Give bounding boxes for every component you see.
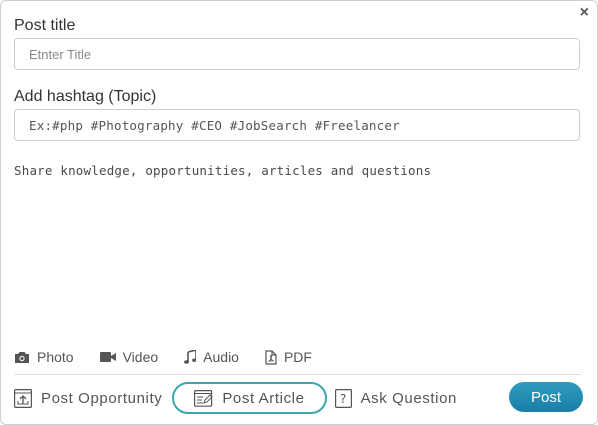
attach-audio-label: Audio <box>203 349 239 365</box>
camera-icon <box>15 351 29 363</box>
svg-text:?: ? <box>340 392 347 406</box>
ask-question-button[interactable]: ? Ask Question <box>334 382 457 414</box>
post-opportunity-button[interactable]: Post Opportunity <box>14 382 162 414</box>
post-body-textarea[interactable] <box>14 163 582 333</box>
hashtag-input[interactable] <box>14 109 580 141</box>
attach-photo-button[interactable]: Photo <box>14 349 74 365</box>
post-type-row: Post Opportunity Post Article ? Ask Ques… <box>14 381 457 415</box>
attach-photo-label: Photo <box>37 349 74 365</box>
create-post-dialog: × Post title Add hashtag (Topic) Photo V… <box>0 0 598 425</box>
attach-pdf-label: PDF <box>283 349 312 365</box>
attach-audio-button[interactable]: Audio <box>184 349 239 365</box>
upload-box-icon <box>14 388 32 408</box>
media-attach-row: Photo Video Audio PDF <box>14 347 338 367</box>
attach-video-button[interactable]: Video <box>99 349 159 365</box>
question-box-icon: ? <box>334 388 352 408</box>
attach-pdf-button[interactable]: PDF <box>265 349 312 365</box>
post-article-button[interactable]: Post Article <box>172 382 327 414</box>
article-edit-icon <box>194 389 214 407</box>
post-title-input[interactable] <box>14 38 580 70</box>
attach-video-label: Video <box>122 349 159 365</box>
post-article-label: Post Article <box>222 389 305 407</box>
post-title-label: Post title <box>14 17 76 34</box>
video-camera-icon <box>99 352 116 362</box>
close-icon[interactable]: × <box>580 3 589 23</box>
post-opportunity-label: Post Opportunity <box>41 389 163 407</box>
divider <box>14 374 581 375</box>
hashtag-label: Add hashtag (Topic) <box>14 88 157 105</box>
music-note-icon <box>184 350 197 364</box>
pdf-file-icon <box>265 349 277 365</box>
post-button[interactable]: Post <box>509 382 583 412</box>
ask-question-label: Ask Question <box>360 389 457 407</box>
